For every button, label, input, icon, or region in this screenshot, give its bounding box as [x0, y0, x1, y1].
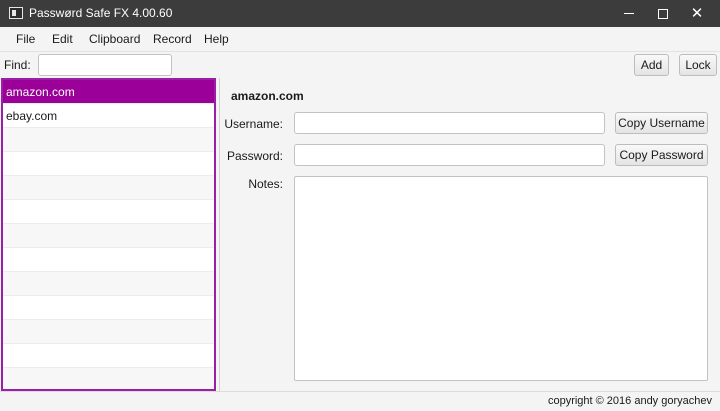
menu-record[interactable]: Record	[153, 32, 192, 46]
username-label: Username:	[224, 117, 283, 131]
find-input[interactable]	[38, 54, 172, 76]
close-button[interactable]: ✕	[674, 0, 720, 27]
list-item-empty	[3, 344, 214, 368]
maximize-icon	[658, 8, 668, 19]
list-item-empty	[3, 200, 214, 224]
list-item-empty	[3, 152, 214, 176]
list-item-ebay[interactable]: ebay.com	[3, 104, 214, 128]
app-icon	[9, 7, 23, 19]
status-bar: copyright © 2016 andy goryachev	[0, 391, 720, 411]
menu-bar: File Edit Clipboard Record Help	[0, 27, 720, 51]
list-item-empty	[3, 272, 214, 296]
title-bar[interactable]: Passwørd Safe FX 4.00.60 ✕	[0, 0, 720, 27]
toolbar: Find: Add Lock	[0, 51, 720, 78]
password-field[interactable]	[294, 144, 605, 166]
menu-edit[interactable]: Edit	[52, 32, 73, 46]
password-label: Password:	[226, 149, 283, 163]
add-button[interactable]: Add	[634, 54, 669, 76]
username-field[interactable]	[294, 112, 605, 134]
lock-button[interactable]: Lock	[679, 54, 717, 76]
notes-label: Notes:	[248, 177, 283, 191]
menu-clipboard[interactable]: Clipboard	[89, 32, 140, 46]
copyright-text: copyright © 2016 andy goryachev	[547, 395, 712, 407]
notes-field[interactable]	[294, 176, 708, 381]
copy-username-button[interactable]: Copy Username	[615, 112, 708, 134]
menu-help[interactable]: Help	[204, 32, 229, 46]
list-item-empty	[3, 224, 214, 248]
list-item-empty	[3, 368, 214, 389]
close-icon: ✕	[690, 5, 704, 22]
record-list[interactable]: amazon.com ebay.com	[1, 78, 216, 391]
record-title: amazon.com	[231, 89, 304, 103]
menu-file[interactable]: File	[16, 32, 35, 46]
list-item-empty	[3, 296, 214, 320]
find-label: Find:	[4, 58, 31, 72]
list-item-empty	[3, 320, 214, 344]
copy-password-button[interactable]: Copy Password	[615, 144, 708, 166]
list-item-empty	[3, 248, 214, 272]
window-title: Passwørd Safe FX 4.00.60	[29, 6, 173, 20]
minimize-icon	[624, 13, 634, 14]
list-item-empty	[3, 176, 214, 200]
list-item-empty	[3, 128, 214, 152]
list-item-amazon[interactable]: amazon.com	[3, 80, 214, 104]
splitter[interactable]	[219, 78, 220, 391]
